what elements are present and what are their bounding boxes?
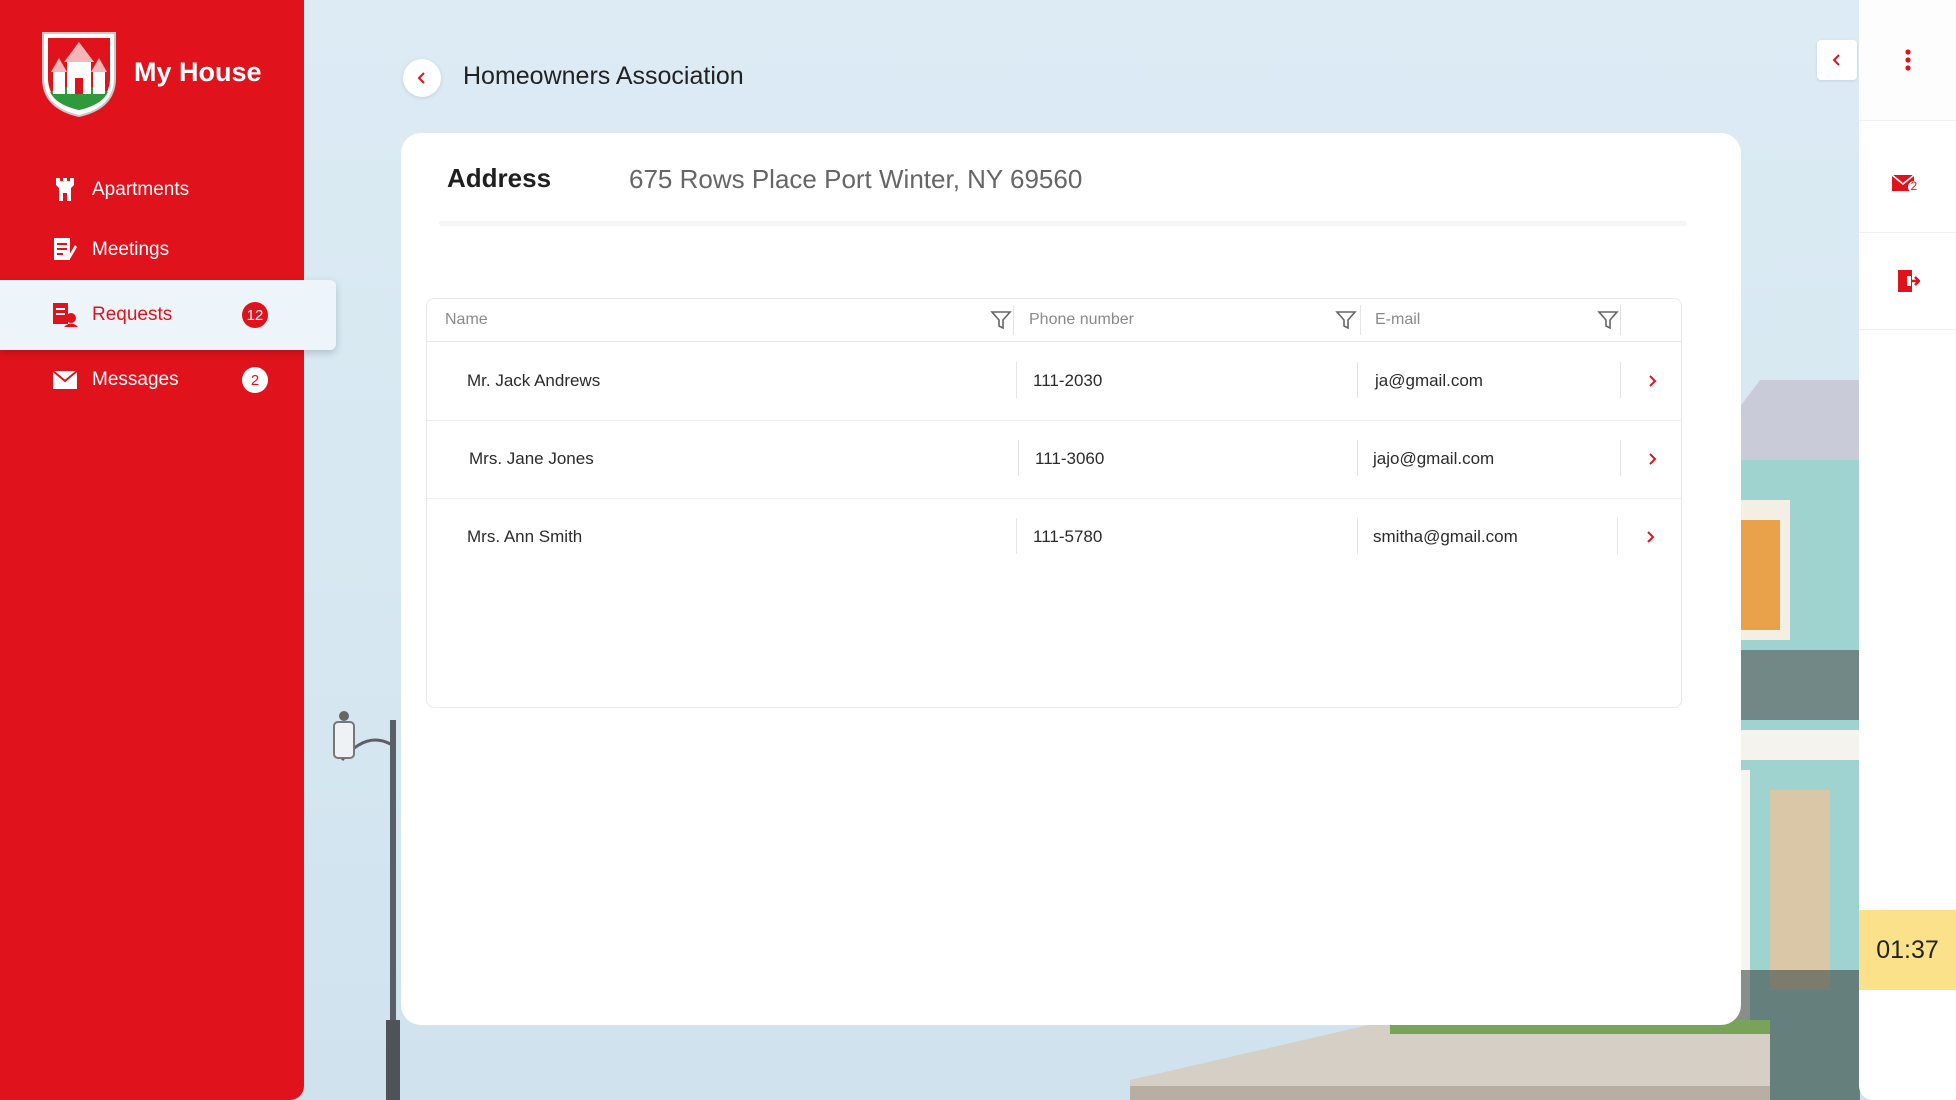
street-lamp-image (333, 711, 400, 1100)
row-open-button[interactable] (1641, 369, 1665, 393)
filter-icon[interactable] (990, 309, 1012, 331)
cell-divider (1357, 362, 1358, 398)
sidebar-item-apartments[interactable]: Apartments (0, 160, 304, 220)
logout-door-icon (1897, 270, 1920, 292)
logout-button[interactable] (1859, 233, 1956, 330)
sidebar-item-label: Meetings (92, 239, 170, 260)
cell-name: Mrs. Jane Jones (469, 449, 594, 468)
street-ground-image (1130, 1020, 1770, 1100)
cell-divider (1018, 440, 1019, 476)
cell-name: Mrs. Ann Smith (467, 527, 583, 546)
sidebar-item-requests[interactable]: Requests 12 (0, 280, 336, 350)
envelope-icon (52, 367, 78, 393)
cell-email: jajo@gmail.com (1373, 449, 1495, 468)
cell-divider (1357, 518, 1358, 554)
sidebar-item-meetings[interactable]: Meetings (0, 220, 304, 280)
sidebar: My House Apartments Meetings Requests 12 (0, 0, 336, 1100)
chevron-right-icon (1647, 531, 1655, 543)
address-divider (439, 221, 1687, 226)
row-open-button[interactable] (1639, 525, 1663, 549)
chevron-left-icon (417, 72, 425, 84)
filter-icon[interactable] (1597, 309, 1619, 331)
table-row[interactable]: Mr. Jack Andrews 111-2030 ja@gmail.com (427, 342, 1681, 421)
mail-alert-icon: 2 (1890, 172, 1925, 200)
column-divider[interactable] (1013, 305, 1014, 335)
back-button[interactable] (403, 59, 441, 97)
more-options-button[interactable] (1859, 0, 1956, 121)
column-header-email[interactable]: E-mail (1375, 299, 1420, 341)
tower-icon (52, 177, 78, 203)
brand-title: My House (134, 56, 262, 87)
mail-notifications-button[interactable]: 2 (1859, 140, 1956, 233)
brand[interactable]: My House (40, 30, 262, 118)
requests-count-badge: 12 (242, 302, 268, 328)
chevron-right-icon (1649, 453, 1657, 465)
cell-phone: 111-2030 (1033, 371, 1103, 390)
address-label: Address (447, 163, 552, 193)
cell-phone: 111-5780 (1033, 527, 1103, 546)
column-header-name[interactable]: Name (445, 299, 488, 341)
right-rail: 2 01:37 (1859, 0, 1956, 1100)
column-header-phone[interactable]: Phone number (1029, 299, 1134, 341)
collapse-panel-button[interactable] (1817, 40, 1857, 80)
request-document-icon (52, 302, 78, 328)
more-vertical-icon (1904, 49, 1911, 71)
cell-divider (1617, 518, 1618, 554)
cell-name: Mr. Jack Andrews (467, 371, 601, 390)
table-row[interactable]: Mrs. Ann Smith 111-5780 smitha@gmail.com (427, 498, 1681, 576)
cell-divider (1016, 518, 1017, 554)
table-header: Name Phone number E-mail (427, 299, 1681, 342)
sidebar-item-label: Apartments (92, 179, 190, 200)
mail-count: 2 (1910, 179, 1918, 193)
residents-table: Name Phone number E-mail Mr. Jack Andrew… (426, 298, 1682, 708)
cell-divider (1357, 440, 1358, 476)
column-divider[interactable] (1620, 305, 1621, 335)
filter-icon[interactable] (1335, 309, 1357, 331)
cell-divider (1620, 362, 1621, 398)
sidebar-item-label: Requests (92, 304, 173, 325)
column-divider[interactable] (1360, 305, 1361, 335)
page-title: Homeowners Association (463, 62, 744, 90)
row-open-button[interactable] (1641, 447, 1665, 471)
castle-crest-icon (42, 32, 116, 118)
address-value: 675 Rows Place Port Winter, NY 69560 (629, 164, 1083, 194)
table-row[interactable]: Mrs. Jane Jones 111-3060 jajo@gmail.com (427, 420, 1681, 499)
sidebar-item-messages[interactable]: Messages 2 (0, 350, 304, 410)
cell-phone: 111-3060 (1035, 449, 1105, 468)
main-card: Address 675 Rows Place Port Winter, NY 6… (401, 133, 1741, 1025)
sidebar-nav: Apartments Meetings Requests 12 Messages… (0, 160, 340, 410)
chevron-right-icon (1649, 375, 1657, 387)
cell-divider (1620, 440, 1621, 476)
cell-email: smitha@gmail.com (1373, 527, 1518, 546)
document-edit-icon (52, 237, 78, 263)
cell-email: ja@gmail.com (1375, 371, 1483, 390)
chevron-left-icon (1832, 54, 1840, 66)
session-timer: 01:37 (1859, 910, 1956, 990)
sidebar-item-label: Messages (92, 369, 179, 390)
cell-divider (1016, 362, 1017, 398)
messages-count-badge: 2 (242, 367, 268, 393)
